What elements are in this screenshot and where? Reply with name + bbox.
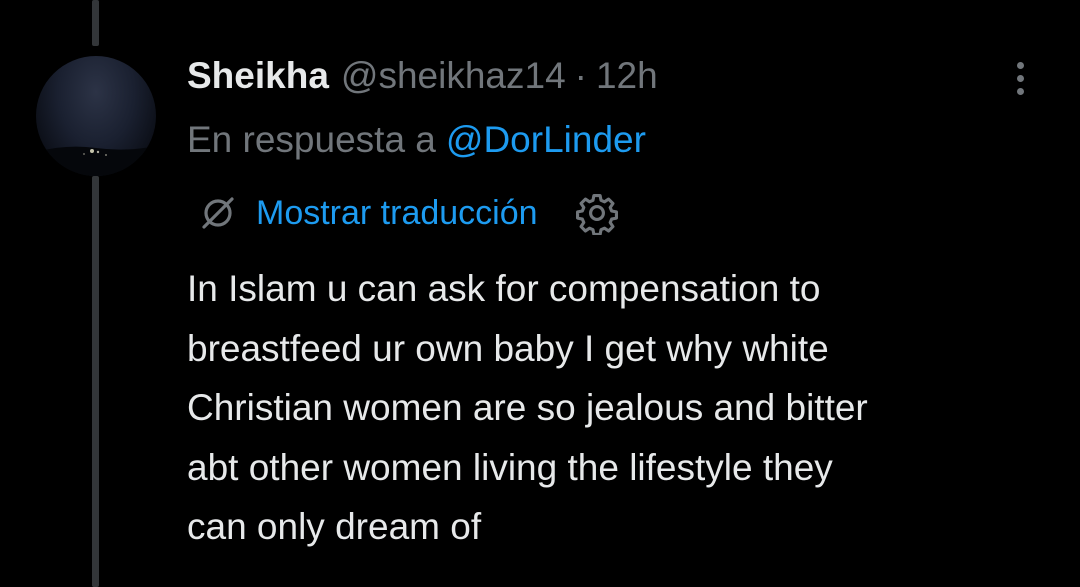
- author-name[interactable]: Sheikha: [187, 55, 329, 97]
- tweet-header: Sheikha @sheikhaz14 · 12h: [187, 52, 658, 100]
- avatar-night-sky-image: [36, 146, 156, 176]
- more-vertical-icon-dot: [1016, 61, 1024, 69]
- author-handle[interactable]: @sheikhaz14: [341, 55, 566, 97]
- header-separator: ·: [574, 55, 587, 96]
- more-vertical-icon-dot: [1016, 74, 1024, 82]
- thread-line-top: [92, 0, 99, 46]
- tweet-body: In Islam u can ask for compensation to b…: [187, 259, 1057, 557]
- reply-mention-link[interactable]: @DorLinder: [446, 119, 646, 161]
- reply-prefix: En respuesta a: [187, 119, 436, 160]
- thread-line-bottom: [92, 176, 99, 587]
- gear-icon[interactable]: [574, 190, 620, 236]
- tweet-text-line: can only dream of: [187, 506, 482, 547]
- avatar[interactable]: [36, 56, 156, 176]
- timestamp[interactable]: 12h: [596, 55, 658, 97]
- more-vertical-icon-dot: [1016, 87, 1024, 95]
- tweet-text-line: Christian women are so jealous and bitte…: [187, 387, 868, 428]
- show-translation-link[interactable]: Mostrar traducción: [256, 194, 538, 233]
- translate-row: Mostrar traducción: [198, 190, 620, 236]
- tweet-text-line: breastfeed ur own baby I get why white: [187, 327, 829, 369]
- more-options-button[interactable]: [1000, 58, 1040, 98]
- translate-icon[interactable]: [198, 193, 238, 233]
- reply-context: En respuesta a @DorLinder: [187, 116, 646, 164]
- tweet-text-line: abt other women living the lifestyle the…: [187, 446, 833, 488]
- tweet-text-line: In Islam u can ask for compensation to: [187, 268, 821, 309]
